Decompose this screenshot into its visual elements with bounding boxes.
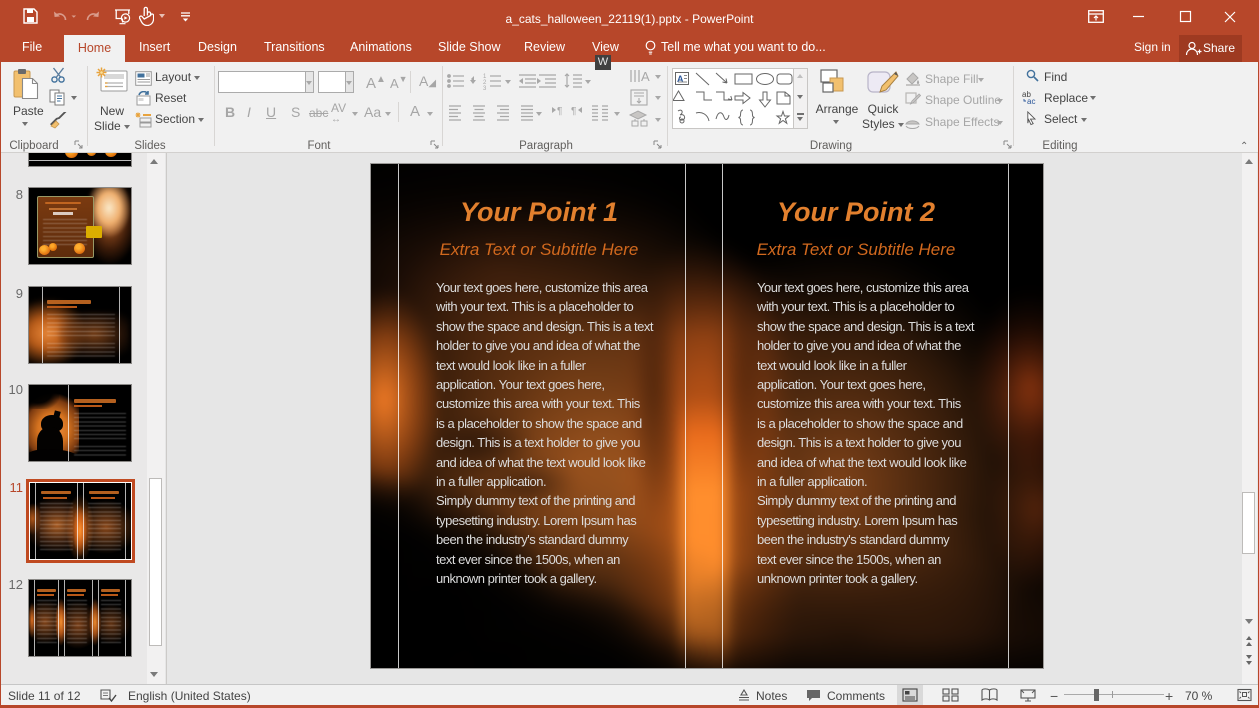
svg-text:¶: ¶ [557, 106, 562, 117]
svg-text:A: A [641, 69, 650, 84]
svg-text:¶: ¶ [571, 106, 576, 117]
svg-text:A: A [677, 74, 684, 84]
svg-text:3: 3 [483, 86, 487, 92]
svg-text:ac: ac [1027, 97, 1035, 105]
